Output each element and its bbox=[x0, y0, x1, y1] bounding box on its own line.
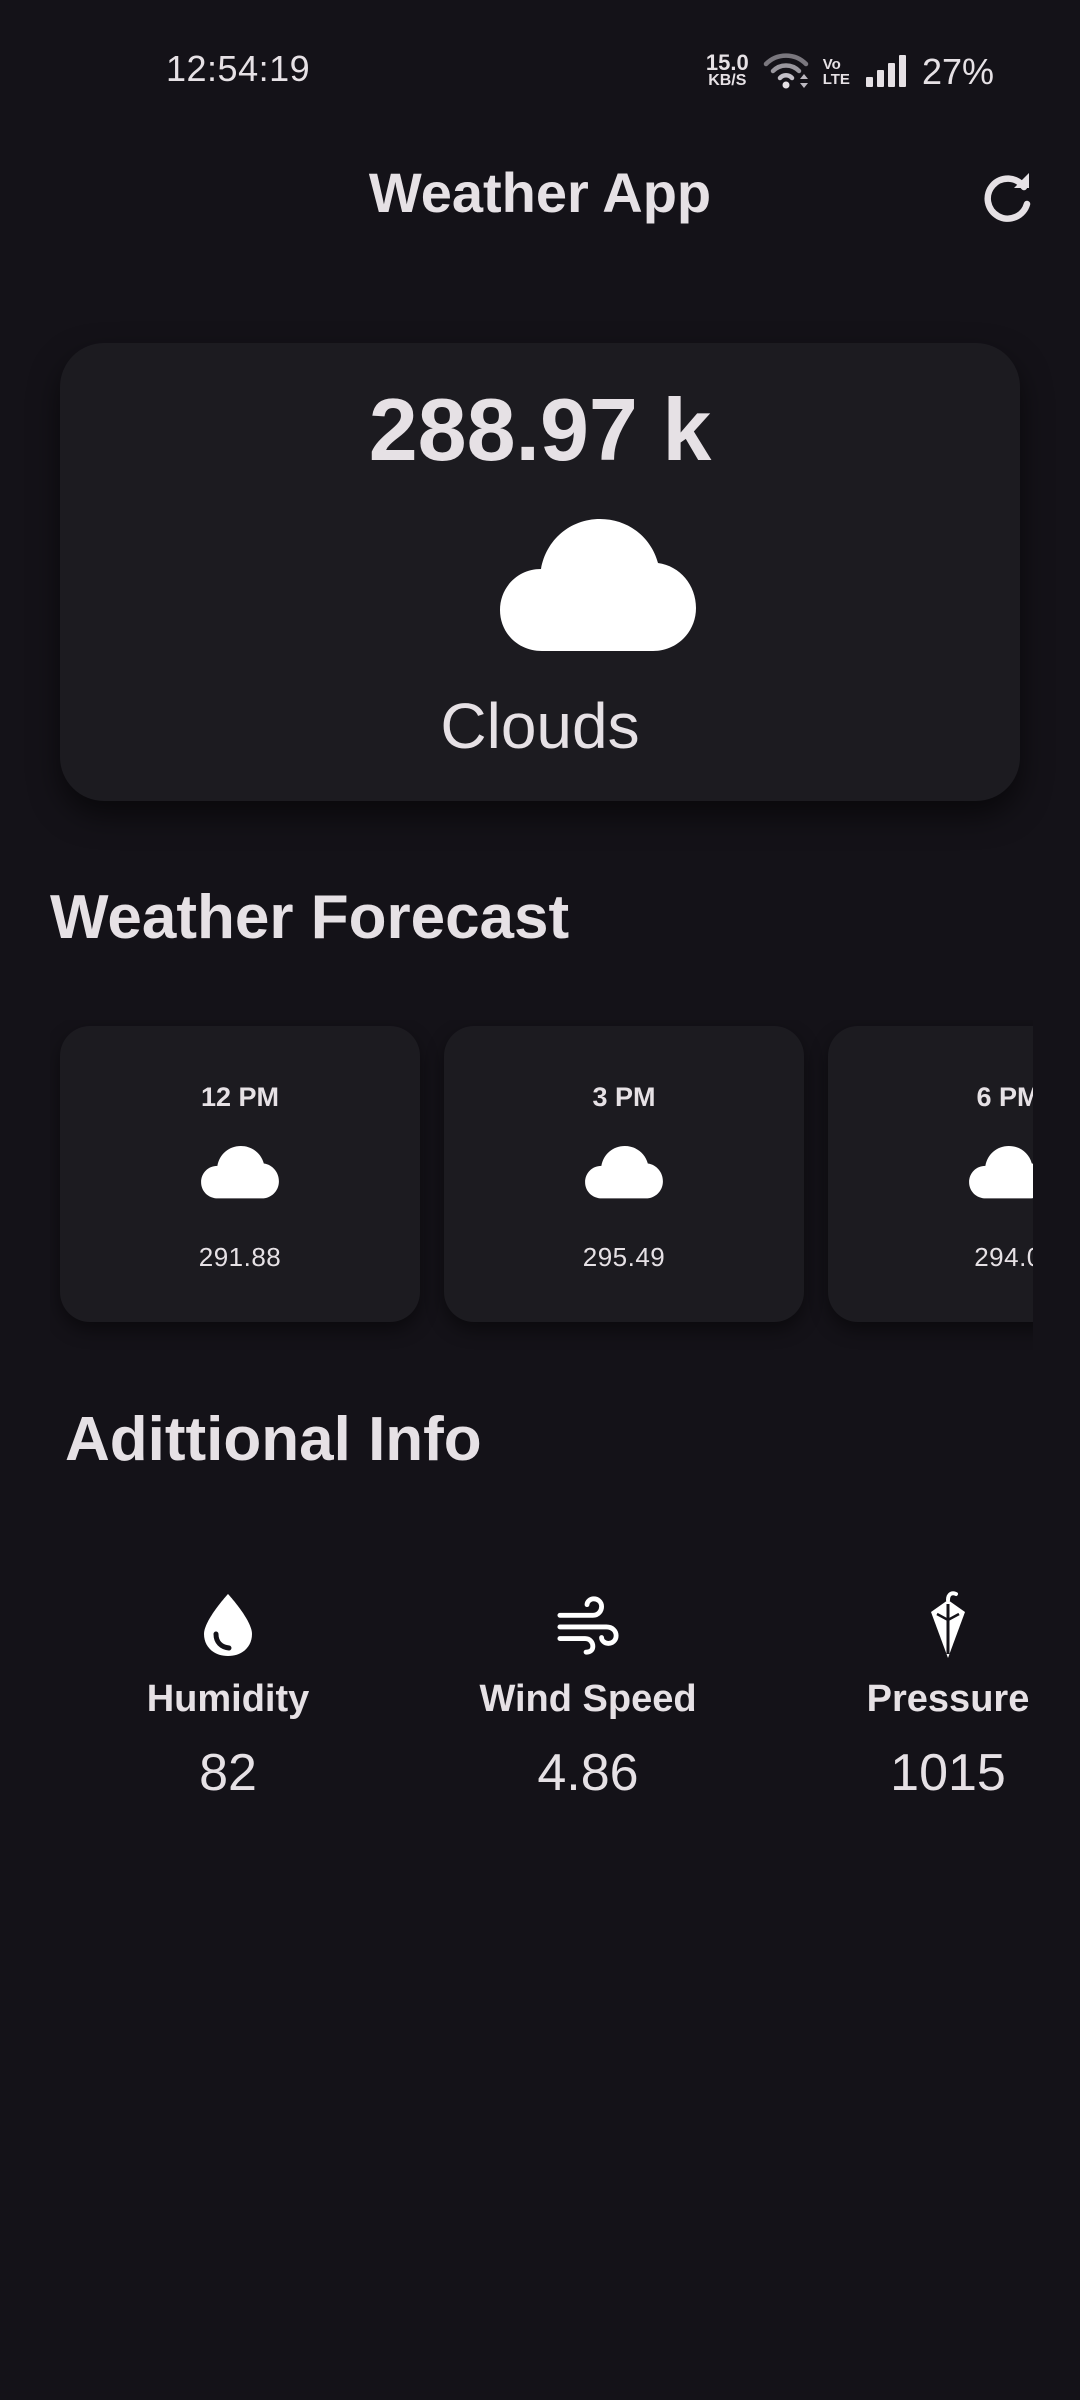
wifi-icon bbox=[763, 50, 809, 95]
beach-umbrella-icon bbox=[916, 1590, 980, 1660]
volte-bottom: LTE bbox=[822, 71, 850, 88]
pressure-value: 1015 bbox=[890, 1744, 1006, 1802]
current-weather-card: 288.97 k Clouds bbox=[60, 343, 1020, 801]
forecast-card[interactable]: 6 PM 294.0 bbox=[828, 1026, 1033, 1322]
humidity-item: Humidity 82 bbox=[98, 1590, 358, 1803]
network-speed-unit: KB/S bbox=[708, 72, 747, 89]
wind-speed-item: Wind Speed 4.86 bbox=[458, 1590, 718, 1803]
forecast-time: 3 PM bbox=[592, 1082, 656, 1112]
refresh-button[interactable] bbox=[976, 168, 1040, 232]
wind-speed-label: Wind Speed bbox=[479, 1678, 697, 1720]
refresh-icon bbox=[980, 170, 1036, 231]
forecast-temperature: 294.0 bbox=[974, 1242, 1033, 1272]
forecast-temperature: 295.49 bbox=[582, 1242, 666, 1272]
forecast-card[interactable]: 3 PM 295.49 bbox=[444, 1026, 804, 1322]
volte-indicator: Vo LTE bbox=[823, 57, 850, 87]
water-drop-icon bbox=[196, 1590, 260, 1660]
pressure-label: Pressure bbox=[866, 1678, 1030, 1720]
additional-info-title: Adittional Info bbox=[65, 1405, 482, 1474]
forecast-time: 6 PM bbox=[976, 1082, 1033, 1112]
status-bar: 12:54:19 15.0 KB/S Vo LTE 27% bbox=[0, 0, 1080, 140]
status-time: 12:54:19 bbox=[166, 48, 311, 89]
air-icon bbox=[556, 1590, 620, 1660]
volte-top: Vo bbox=[822, 56, 841, 73]
cloud-icon bbox=[500, 519, 696, 655]
humidity-value: 82 bbox=[199, 1744, 257, 1802]
cloud-icon bbox=[201, 1146, 279, 1200]
pressure-item: Pressure 1015 bbox=[818, 1590, 1078, 1803]
current-condition: Clouds bbox=[440, 690, 640, 762]
network-speed: 15.0 KB/S bbox=[705, 50, 749, 90]
wind-speed-value: 4.86 bbox=[537, 1744, 639, 1802]
page-title: Weather App bbox=[368, 161, 712, 224]
forecast-card[interactable]: 12 PM 291.88 bbox=[60, 1026, 420, 1322]
cloud-icon bbox=[969, 1146, 1033, 1200]
forecast-section-title: Weather Forecast bbox=[50, 883, 570, 952]
current-temperature: 288.97 k bbox=[368, 380, 712, 479]
forecast-list[interactable]: 12 PM 291.88 3 PM 295.49 6 PM 294.0 bbox=[50, 1020, 1033, 1350]
status-icons: 15.0 KB/S Vo LTE 27% bbox=[706, 50, 994, 94]
humidity-label: Humidity bbox=[146, 1678, 310, 1720]
network-speed-value: 15.0 bbox=[705, 50, 749, 75]
signal-icon bbox=[864, 53, 908, 92]
forecast-temperature: 291.88 bbox=[198, 1242, 282, 1272]
forecast-time: 12 PM bbox=[200, 1082, 280, 1112]
cloud-icon bbox=[585, 1146, 663, 1200]
additional-info-row: Humidity 82 Wind Speed 4.86 Pressure 101… bbox=[0, 1590, 1080, 1850]
battery-level: 27% bbox=[921, 51, 994, 92]
